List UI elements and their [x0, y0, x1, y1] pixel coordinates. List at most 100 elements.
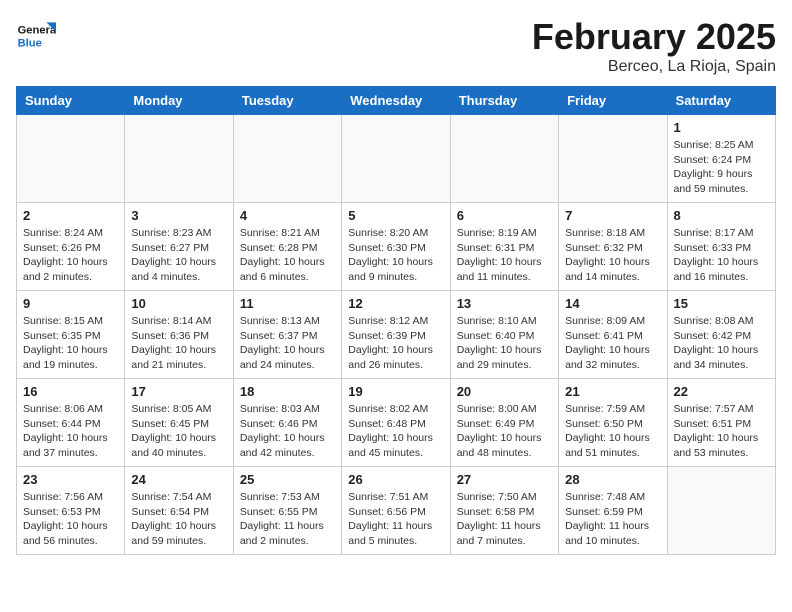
day-cell: 14 Sunrise: 8:09 AM Sunset: 6:41 PM Dayli…: [559, 291, 667, 379]
day-info: Sunrise: 8:09 AM Sunset: 6:41 PM Dayligh…: [565, 314, 660, 373]
weekday-friday: Friday: [559, 87, 667, 115]
day-number: 18: [240, 384, 335, 399]
day-info: Sunrise: 8:12 AM Sunset: 6:39 PM Dayligh…: [348, 314, 443, 373]
day-info: Sunrise: 8:03 AM Sunset: 6:46 PM Dayligh…: [240, 402, 335, 461]
day-info: Sunrise: 8:06 AM Sunset: 6:44 PM Dayligh…: [23, 402, 118, 461]
day-info: Sunrise: 8:02 AM Sunset: 6:48 PM Dayligh…: [348, 402, 443, 461]
day-cell: 12 Sunrise: 8:12 AM Sunset: 6:39 PM Dayli…: [342, 291, 450, 379]
day-info: Sunrise: 7:48 AM Sunset: 6:59 PM Dayligh…: [565, 490, 660, 549]
day-cell: [125, 115, 233, 203]
week-row-1: 2 Sunrise: 8:24 AM Sunset: 6:26 PM Daylig…: [17, 203, 776, 291]
day-number: 27: [457, 472, 552, 487]
day-cell: 11 Sunrise: 8:13 AM Sunset: 6:37 PM Dayli…: [233, 291, 341, 379]
day-cell: 26Sunrise: 7:51 AM Sunset: 6:56 PM Dayli…: [342, 467, 450, 555]
title-area: February 2025 Berceo, La Rioja, Spain: [532, 16, 776, 76]
day-cell: [559, 115, 667, 203]
day-cell: 27 Sunrise: 7:50 AM Sunset: 6:58 PM Dayli…: [450, 467, 558, 555]
page-header: General Blue February 2025 Berceo, La Ri…: [16, 16, 776, 76]
day-info: Sunrise: 7:50 AM Sunset: 6:58 PM Dayligh…: [457, 490, 552, 549]
day-number: 15: [674, 296, 769, 311]
day-info: Sunrise: 7:51 AM Sunset: 6:56 PM Dayligh…: [348, 490, 443, 549]
day-cell: 10Sunrise: 8:14 AM Sunset: 6:36 PM Dayli…: [125, 291, 233, 379]
day-number: 10: [131, 296, 226, 311]
calendar-body: 1 Sunrise: 8:25 AM Sunset: 6:24 PM Daylig…: [17, 115, 776, 555]
day-cell: 7Sunrise: 8:18 AM Sunset: 6:32 PM Daylig…: [559, 203, 667, 291]
day-cell: 9 Sunrise: 8:15 AM Sunset: 6:35 PM Daylig…: [17, 291, 125, 379]
svg-text:Blue: Blue: [18, 37, 42, 49]
day-number: 9: [23, 296, 118, 311]
day-info: Sunrise: 8:20 AM Sunset: 6:30 PM Dayligh…: [348, 226, 443, 285]
day-info: Sunrise: 7:59 AM Sunset: 6:50 PM Dayligh…: [565, 402, 660, 461]
day-number: 5: [348, 208, 443, 223]
day-info: Sunrise: 8:05 AM Sunset: 6:45 PM Dayligh…: [131, 402, 226, 461]
location: Berceo, La Rioja, Spain: [532, 58, 776, 76]
day-cell: 22Sunrise: 7:57 AM Sunset: 6:51 PM Dayli…: [667, 379, 775, 467]
day-cell: 21 Sunrise: 7:59 AM Sunset: 6:50 PM Dayli…: [559, 379, 667, 467]
day-cell: 16 Sunrise: 8:06 AM Sunset: 6:44 PM Dayli…: [17, 379, 125, 467]
day-cell: [17, 115, 125, 203]
day-number: 23: [23, 472, 118, 487]
weekday-thursday: Thursday: [450, 87, 558, 115]
day-info: Sunrise: 8:17 AM Sunset: 6:33 PM Dayligh…: [674, 226, 769, 285]
day-info: Sunrise: 8:08 AM Sunset: 6:42 PM Dayligh…: [674, 314, 769, 373]
day-number: 25: [240, 472, 335, 487]
day-number: 17: [131, 384, 226, 399]
day-cell: 23 Sunrise: 7:56 AM Sunset: 6:53 PM Dayli…: [17, 467, 125, 555]
day-info: Sunrise: 7:53 AM Sunset: 6:55 PM Dayligh…: [240, 490, 335, 549]
day-cell: 3Sunrise: 8:23 AM Sunset: 6:27 PM Daylig…: [125, 203, 233, 291]
day-number: 24: [131, 472, 226, 487]
week-row-2: 9 Sunrise: 8:15 AM Sunset: 6:35 PM Daylig…: [17, 291, 776, 379]
day-info: Sunrise: 8:13 AM Sunset: 6:37 PM Dayligh…: [240, 314, 335, 373]
day-cell: 17 Sunrise: 8:05 AM Sunset: 6:45 PM Dayli…: [125, 379, 233, 467]
day-number: 21: [565, 384, 660, 399]
day-number: 1: [674, 120, 769, 135]
day-cell: 24Sunrise: 7:54 AM Sunset: 6:54 PM Dayli…: [125, 467, 233, 555]
day-cell: 20Sunrise: 8:00 AM Sunset: 6:49 PM Dayli…: [450, 379, 558, 467]
day-cell: [342, 115, 450, 203]
day-cell: 18 Sunrise: 8:03 AM Sunset: 6:46 PM Dayli…: [233, 379, 341, 467]
day-info: Sunrise: 8:00 AM Sunset: 6:49 PM Dayligh…: [457, 402, 552, 461]
day-info: Sunrise: 8:15 AM Sunset: 6:35 PM Dayligh…: [23, 314, 118, 373]
day-cell: 28 Sunrise: 7:48 AM Sunset: 6:59 PM Dayli…: [559, 467, 667, 555]
weekday-wednesday: Wednesday: [342, 87, 450, 115]
weekday-tuesday: Tuesday: [233, 87, 341, 115]
day-cell: 13 Sunrise: 8:10 AM Sunset: 6:40 PM Dayli…: [450, 291, 558, 379]
day-cell: 15 Sunrise: 8:08 AM Sunset: 6:42 PM Dayli…: [667, 291, 775, 379]
svg-text:General: General: [18, 25, 56, 37]
day-number: 16: [23, 384, 118, 399]
day-cell: 19 Sunrise: 8:02 AM Sunset: 6:48 PM Dayli…: [342, 379, 450, 467]
day-cell: [233, 115, 341, 203]
day-number: 12: [348, 296, 443, 311]
month-title: February 2025: [532, 16, 776, 58]
day-number: 4: [240, 208, 335, 223]
day-number: 11: [240, 296, 335, 311]
day-info: Sunrise: 8:21 AM Sunset: 6:28 PM Dayligh…: [240, 226, 335, 285]
week-row-0: 1 Sunrise: 8:25 AM Sunset: 6:24 PM Daylig…: [17, 115, 776, 203]
day-info: Sunrise: 8:25 AM Sunset: 6:24 PM Dayligh…: [674, 138, 769, 197]
day-cell: 5 Sunrise: 8:20 AM Sunset: 6:30 PM Daylig…: [342, 203, 450, 291]
day-info: Sunrise: 8:23 AM Sunset: 6:27 PM Dayligh…: [131, 226, 226, 285]
day-number: 2: [23, 208, 118, 223]
week-row-4: 23 Sunrise: 7:56 AM Sunset: 6:53 PM Dayli…: [17, 467, 776, 555]
day-cell: 4 Sunrise: 8:21 AM Sunset: 6:28 PM Daylig…: [233, 203, 341, 291]
day-number: 7: [565, 208, 660, 223]
logo-icon: General Blue: [16, 16, 56, 56]
day-info: Sunrise: 8:24 AM Sunset: 6:26 PM Dayligh…: [23, 226, 118, 285]
week-row-3: 16 Sunrise: 8:06 AM Sunset: 6:44 PM Dayli…: [17, 379, 776, 467]
day-info: Sunrise: 7:56 AM Sunset: 6:53 PM Dayligh…: [23, 490, 118, 549]
day-number: 14: [565, 296, 660, 311]
logo: General Blue: [16, 16, 60, 56]
day-number: 13: [457, 296, 552, 311]
weekday-saturday: Saturday: [667, 87, 775, 115]
day-cell: 1 Sunrise: 8:25 AM Sunset: 6:24 PM Daylig…: [667, 115, 775, 203]
day-number: 28: [565, 472, 660, 487]
day-info: Sunrise: 8:19 AM Sunset: 6:31 PM Dayligh…: [457, 226, 552, 285]
day-cell: 6Sunrise: 8:19 AM Sunset: 6:31 PM Daylig…: [450, 203, 558, 291]
day-number: 19: [348, 384, 443, 399]
day-cell: 25 Sunrise: 7:53 AM Sunset: 6:55 PM Dayli…: [233, 467, 341, 555]
weekday-sunday: Sunday: [17, 87, 125, 115]
day-cell: 8Sunrise: 8:17 AM Sunset: 6:33 PM Daylig…: [667, 203, 775, 291]
day-info: Sunrise: 8:10 AM Sunset: 6:40 PM Dayligh…: [457, 314, 552, 373]
day-cell: [450, 115, 558, 203]
day-cell: [667, 467, 775, 555]
